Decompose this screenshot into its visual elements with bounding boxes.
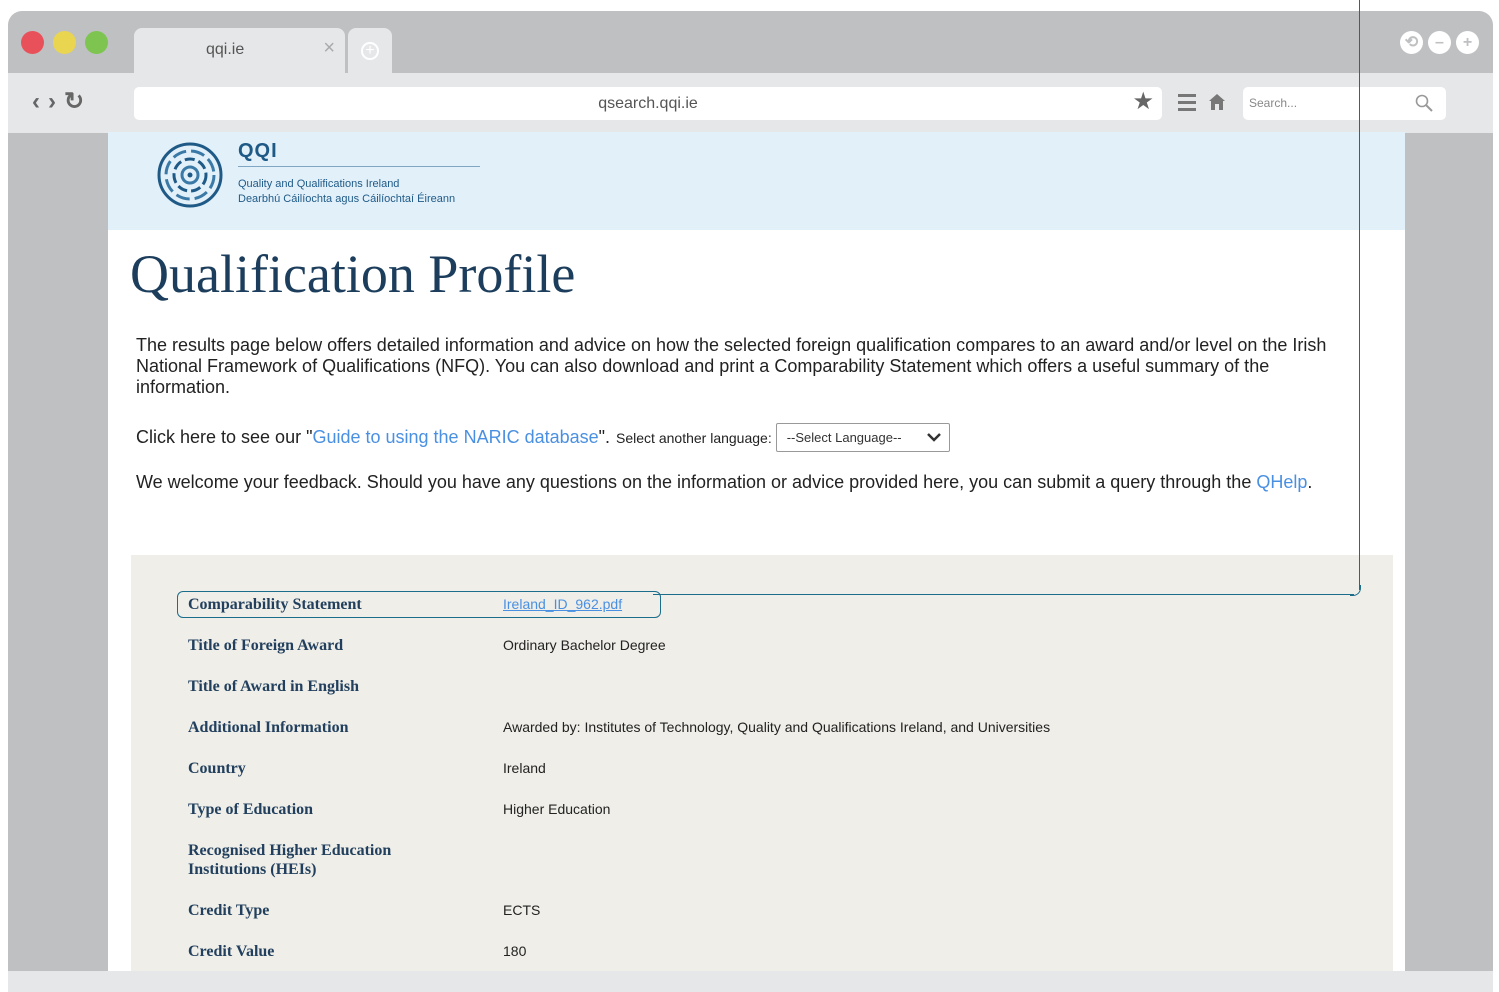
logo-divider <box>238 166 480 167</box>
tab-close-icon[interactable]: × <box>323 38 335 58</box>
qhelp-link[interactable]: QHelp <box>1256 472 1307 492</box>
nav-buttons: ‹ › ↻ <box>32 90 84 114</box>
callout-line-horizontal <box>653 594 1354 595</box>
new-tab-button[interactable]: + <box>348 28 392 73</box>
logo-name: QQI <box>238 140 278 162</box>
menu-icon[interactable] <box>1178 94 1196 115</box>
language-select-value: --Select Language-- <box>786 430 902 445</box>
search-placeholder: Search... <box>1249 96 1298 110</box>
plus-icon[interactable]: + <box>1456 31 1479 54</box>
maximize-window-button[interactable] <box>85 31 108 54</box>
profile-value: Awarded by: Institutes of Technology, Qu… <box>503 719 1051 735</box>
browser-window: qqi.ie × + ⟲ – + ‹ › ↻ qsearch.qqi.ie ★ … <box>8 11 1493 992</box>
close-window-button[interactable] <box>21 31 44 54</box>
profile-label: Title of Award in English <box>188 678 359 695</box>
comparability-highlight-box <box>177 591 661 618</box>
guide-line: Click here to see our " Guide to using th… <box>136 423 950 452</box>
guide-prefix: Click here to see our " <box>136 427 313 447</box>
logo-tagline-irish: Dearbhú Cáilíochta agus Cáilíochtaí Éire… <box>238 193 456 205</box>
plus-icon: + <box>361 41 379 60</box>
qqi-logo-icon[interactable] <box>157 140 223 210</box>
naric-guide-link[interactable]: Guide to using the NARIC database <box>312 427 598 448</box>
bookmark-star-icon[interactable]: ★ <box>1132 90 1154 114</box>
web-page: QQI Quality and Qualifications Ireland D… <box>108 132 1405 972</box>
profile-label: Country <box>188 760 246 777</box>
address-url: qsearch.qqi.ie <box>598 95 698 112</box>
profile-label: Credit Value <box>188 943 275 960</box>
profile-value: Higher Education <box>503 801 611 817</box>
window-bottom-bar <box>8 971 1493 992</box>
browser-tab[interactable]: qqi.ie × <box>134 28 345 73</box>
feedback-text: We welcome your feedback. Should you hav… <box>136 472 1257 492</box>
page-title: Qualification Profile <box>130 244 576 304</box>
chevron-down-icon <box>926 432 941 442</box>
guide-suffix: ". <box>598 427 611 447</box>
back-icon[interactable]: ‹ <box>32 90 40 114</box>
address-bar[interactable]: qsearch.qqi.ie ★ <box>134 87 1162 120</box>
reload-icon[interactable]: ↻ <box>64 90 84 114</box>
profile-value: ECTS <box>503 902 541 918</box>
home-icon[interactable] <box>1207 92 1227 112</box>
profile-value: Ireland <box>503 760 546 776</box>
profile-label: Additional Information <box>188 719 349 736</box>
profile-value: 180 <box>503 943 527 959</box>
search-icon[interactable] <box>1414 93 1434 113</box>
browser-toolbar: ‹ › ↻ qsearch.qqi.ie ★ Search... <box>8 73 1493 133</box>
profile-label: Title of Foreign Award <box>188 637 344 654</box>
forward-icon[interactable]: › <box>48 90 56 114</box>
profile-label: Recognised Higher Education Institutions… <box>188 842 392 878</box>
tab-title: qqi.ie <box>206 41 245 58</box>
callout-line-vertical <box>1359 0 1360 590</box>
language-select[interactable]: --Select Language-- <box>775 423 950 452</box>
profile-value: Ordinary Bachelor Degree <box>503 637 666 653</box>
feedback-end: . <box>1307 472 1313 492</box>
window-controls: ⟲ – + <box>1400 31 1479 54</box>
profile-label: Credit Type <box>188 902 270 919</box>
browser-search-field[interactable]: Search... <box>1243 87 1446 120</box>
logo-tagline-english: Quality and Qualifications Ireland <box>238 178 400 190</box>
intro-paragraph: The results page below offers detailed i… <box>136 335 1327 397</box>
site-header: QQI Quality and Qualifications Ireland D… <box>108 132 1405 230</box>
minimize-window-button[interactable] <box>53 31 76 54</box>
feedback-paragraph: We welcome your feedback. Should you hav… <box>136 472 1351 493</box>
profile-label: Type of Education <box>188 801 314 818</box>
minus-icon[interactable]: – <box>1428 31 1451 54</box>
language-label: Select another language: <box>616 429 772 446</box>
traffic-lights <box>21 31 108 54</box>
restore-icon[interactable]: ⟲ <box>1400 31 1423 54</box>
